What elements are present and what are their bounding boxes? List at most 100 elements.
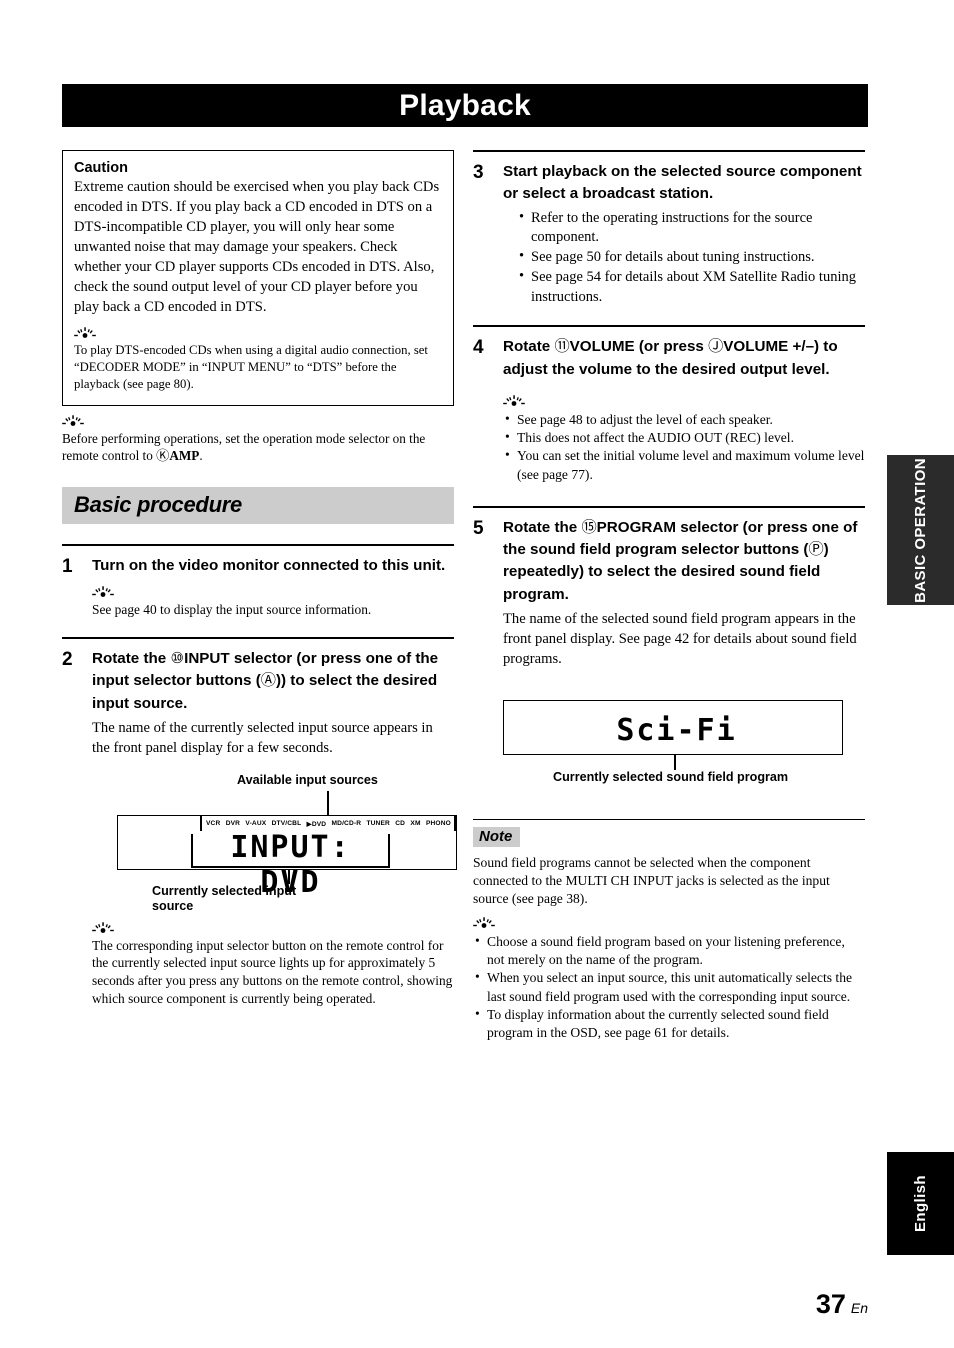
tip-sun-icon-step2 xyxy=(92,921,114,935)
step-4-title-p4: VOLUME +/ xyxy=(723,338,806,356)
display-text-bracket xyxy=(191,833,390,868)
section-heading-basic-procedure: Basic procedure xyxy=(62,486,454,524)
step-2: 2 Rotate the ⑩INPUT selector (or press o… xyxy=(62,636,457,1008)
section-title: Basic procedure xyxy=(74,492,242,518)
caution-body: Extreme caution should be exercised when… xyxy=(74,179,440,315)
program-caption-connector-line xyxy=(674,754,676,770)
step-2-title-p1: Rotate the xyxy=(92,649,171,667)
note-label: Note xyxy=(473,826,521,847)
page-title-bar: Playback xyxy=(62,84,868,127)
source-label-cd: CD xyxy=(395,820,406,828)
caution-box: Caution Extreme caution should be exerci… xyxy=(62,150,454,406)
page-title: Playback xyxy=(399,88,531,122)
tip-sun-icon-intro xyxy=(62,414,84,428)
step-4-title-p1: Rotate xyxy=(503,338,555,356)
step-2-body: Rotate the ⑩INPUT selector (or press one… xyxy=(92,648,457,1008)
step-5-title-p2: PROGRAM xyxy=(596,518,676,536)
note-divider xyxy=(473,818,865,820)
figure-program-caption-bottom: Currently selected sound field program xyxy=(553,769,789,784)
caution-heading: Caution xyxy=(74,160,128,176)
step-3-title: Start playback on the selected source co… xyxy=(503,163,862,203)
step-4-body: Rotate ⑪VOLUME (or press ⒿVOLUME +/–) to… xyxy=(503,336,865,484)
step-3-number: 3 xyxy=(473,162,484,183)
front-panel-program-text: Sci-Fi xyxy=(616,712,737,748)
list-item: See page 54 for details about XM Satelli… xyxy=(519,267,865,307)
step-4-title-p3: (or press xyxy=(634,338,709,356)
figure-input-caption-top: Available input sources xyxy=(237,772,378,787)
side-tab-basic-operation[interactable]: BASIC OPERATION xyxy=(887,455,954,605)
source-label-dvd: ▶DVD xyxy=(306,820,327,828)
step-5-desc: The name of the selected sound field pro… xyxy=(503,611,857,667)
side-tab-english[interactable]: English xyxy=(887,1152,954,1255)
list-item: This does not affect the AUDIO OUT (REC)… xyxy=(505,428,865,447)
note-bullets: Choose a sound field program based on yo… xyxy=(473,932,865,1042)
left-column: Caution Extreme caution should be exerci… xyxy=(62,150,457,1008)
step-5: 5 Rotate the ⑮PROGRAM selector (or press… xyxy=(473,505,865,670)
right-column: 3 Start playback on the selected source … xyxy=(473,150,865,1042)
step-5-number: 5 xyxy=(473,517,484,539)
figure-input-caption-bottom: Currently selected input source xyxy=(152,883,297,913)
caption-connector-line-bottom xyxy=(288,869,290,884)
step-4-title: Rotate ⑪VOLUME (or press ⒿVOLUME +/–) to… xyxy=(503,336,865,381)
list-item: See page 48 to adjust the level of each … xyxy=(505,410,865,429)
source-label-dvr: DVR xyxy=(225,820,241,828)
step-1: 1 Turn on the video monitor connected to… xyxy=(62,543,454,619)
source-label-md-cdr: MD/CD-R xyxy=(331,820,362,828)
source-label-vcr: VCR xyxy=(206,820,221,828)
intro-tip-bold: AMP xyxy=(169,448,200,464)
intro-tip-before: Before performing operations, set the op… xyxy=(62,430,426,464)
step-2-title-p2: INPUT xyxy=(184,649,230,667)
figure-input-display: Available input sources VCR DVR V-AUX DT… xyxy=(92,772,457,918)
figure-program-display: Sci-Fi Currently selected sound field pr… xyxy=(473,699,865,805)
front-panel-display: VCR DVR V-AUX DTV/CBL ▶DVD MD/CD-R TUNER… xyxy=(117,814,457,900)
note-body: Sound field programs cannot be selected … xyxy=(473,854,830,906)
tip-sun-icon-step4 xyxy=(503,395,525,408)
step-1-tip: See page 40 to display the input source … xyxy=(92,602,372,617)
list-item: See page 50 for details about tuning ins… xyxy=(519,247,865,268)
intro-tip-text: Before performing operations, set the op… xyxy=(62,430,454,465)
caution-tip-text: To play DTS-encoded CDs when using a dig… xyxy=(74,342,428,391)
list-item: You can set the initial volume level and… xyxy=(505,446,865,483)
step-2-circled-a-icon: Ⓐ xyxy=(260,672,276,690)
input-source-indicator-row: VCR DVR V-AUX DTV/CBL ▶DVD MD/CD-R TUNER… xyxy=(200,815,456,831)
step-2-tip: The corresponding input selector button … xyxy=(92,937,453,1007)
note-block: Note Sound field programs cannot be sele… xyxy=(473,818,865,1042)
page-language-suffix: En xyxy=(850,1300,868,1316)
source-label-dtv-cbl: DTV/CBL xyxy=(271,820,302,828)
step-4-circled-j-icon: Ⓙ xyxy=(708,338,724,356)
step-3-bullets: Refer to the operating instructions for … xyxy=(503,208,865,308)
step-2-desc: The name of the currently selected input… xyxy=(92,719,433,756)
caption-connector-line-top xyxy=(327,790,329,815)
tip-sun-icon xyxy=(74,327,96,340)
side-tab-basic-operation-label: BASIC OPERATION xyxy=(911,457,929,603)
step-4: 4 Rotate ⑪VOLUME (or press ⒿVOLUME +/–) … xyxy=(473,325,865,484)
step-4-title-p2: VOLUME xyxy=(569,338,635,356)
tip-sun-icon-step1 xyxy=(92,586,114,599)
front-panel-program-display: Sci-Fi xyxy=(503,699,843,755)
source-label-v-aux: V-AUX xyxy=(245,820,267,828)
list-item: When you select an input source, this un… xyxy=(475,968,865,1005)
page-footer: 37 En xyxy=(816,1289,868,1320)
intro-tip-after: . xyxy=(199,448,203,464)
step-4-number: 4 xyxy=(473,337,484,359)
step-1-title: Turn on the video monitor connected to t… xyxy=(92,556,446,574)
step-2-number: 2 xyxy=(62,648,73,670)
page-number: 37 xyxy=(815,1289,846,1319)
list-item: Refer to the operating instructions for … xyxy=(519,208,865,248)
step-2-circled-19-icon: ⑩ xyxy=(170,649,185,667)
side-tab-english-label: English xyxy=(911,1175,929,1232)
step-4-bullets: See page 48 to adjust the level of each … xyxy=(503,410,865,484)
source-label-xm: XM xyxy=(410,820,421,828)
step-3-body: Start playback on the selected source co… xyxy=(503,161,865,307)
step-3: 3 Start playback on the selected source … xyxy=(473,150,865,307)
source-label-tuner: TUNER xyxy=(366,820,390,828)
step-5-title: Rotate the ⑮PROGRAM selector (or press o… xyxy=(503,517,865,606)
step-5-circled-14-icon: ⑮ xyxy=(581,518,597,536)
step-2-title: Rotate the ⑩INPUT selector (or press one… xyxy=(92,648,454,715)
intro-tip-circled-icon: Ⓚ xyxy=(156,448,170,464)
step-5-title-p1: Rotate the xyxy=(503,518,582,536)
list-item: Choose a sound field program based on yo… xyxy=(475,932,865,969)
step-4-circled-10-icon: ⑪ xyxy=(554,338,570,356)
step-5-circled-p-icon: Ⓟ xyxy=(808,541,824,559)
tip-sun-icon-note xyxy=(473,917,495,930)
